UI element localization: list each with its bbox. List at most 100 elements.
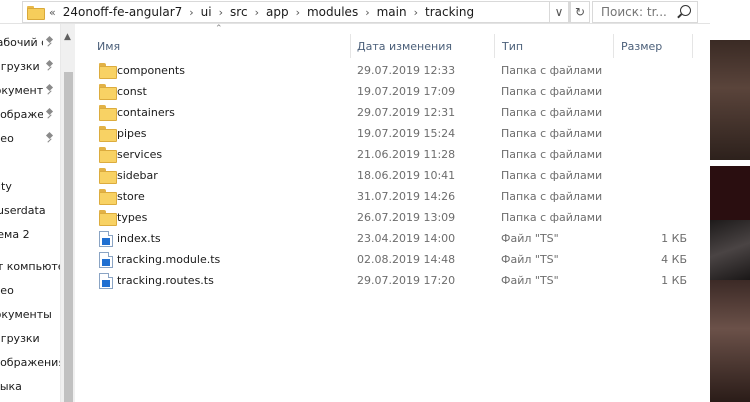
nav-item-label: Документы xyxy=(0,307,52,321)
search-field[interactable] xyxy=(592,1,698,23)
nav-item-userdata[interactable]: userdata xyxy=(0,199,60,221)
file-date-modified: 21.06.2019 11:28 xyxy=(357,148,456,161)
file-date-modified: 19.07.2019 15:24 xyxy=(357,127,456,140)
typescript-file-icon xyxy=(99,252,113,268)
file-date-modified: 29.07.2019 17:20 xyxy=(357,274,456,287)
file-name: services xyxy=(117,148,163,161)
file-row[interactable]: services 21.06.2019 11:28 Папка с файлами xyxy=(95,144,695,165)
breadcrumb-ui[interactable]: ui xyxy=(198,5,215,19)
breadcrumb-app[interactable]: app xyxy=(263,5,292,19)
folder-icon xyxy=(99,105,117,121)
scrollbar-thumb[interactable] xyxy=(64,72,73,402)
breadcrumb-separator-icon[interactable]: › xyxy=(410,6,422,19)
nav-item-videos-pc[interactable]: Видео xyxy=(0,279,60,301)
overflow-chevron-icon[interactable]: « xyxy=(49,6,60,19)
nav-item-documents-pc[interactable]: Документы xyxy=(0,303,60,325)
address-bar-row: « 24onoff-fe-angular7 › ui › src › app ›… xyxy=(0,0,710,24)
nav-item-label: Изображения xyxy=(0,355,60,369)
file-row[interactable]: const 19.07.2019 17:09 Папка с файлами xyxy=(95,81,695,102)
column-divider[interactable] xyxy=(494,34,495,58)
breadcrumb-24onoff-fe-angular7[interactable]: 24onoff-fe-angular7 xyxy=(60,5,186,19)
file-row[interactable]: types 26.07.2019 13:09 Папка с файлами xyxy=(95,207,695,228)
file-date-modified: 18.06.2019 10:41 xyxy=(357,169,456,182)
folder-icon xyxy=(27,6,45,20)
nav-item-pictures[interactable]: Изображения xyxy=(0,103,60,125)
nav-item-downloads[interactable]: Загрузки xyxy=(0,55,60,77)
column-header-type[interactable]: Тип xyxy=(502,36,523,56)
nav-item-label: Видео xyxy=(0,283,14,297)
nav-item-label: userdata xyxy=(0,203,46,217)
breadcrumb-separator-icon[interactable]: › xyxy=(185,6,197,19)
scroll-up-icon[interactable]: ▲ xyxy=(64,32,71,42)
file-type: Папка с файлами xyxy=(501,106,603,119)
folder-icon xyxy=(99,126,117,142)
file-row[interactable]: components 29.07.2019 12:33 Папка с файлам… xyxy=(95,60,695,81)
column-header-date[interactable]: Дата изменения xyxy=(357,36,452,56)
file-type: Файл "TS" xyxy=(501,274,559,287)
breadcrumb-modules[interactable]: modules xyxy=(304,5,361,19)
file-size: 1 КБ xyxy=(661,274,687,287)
folder-icon xyxy=(99,63,117,79)
file-name: sidebar xyxy=(117,169,158,182)
nav-item-videos[interactable]: Видео xyxy=(0,127,60,149)
file-date-modified: 19.07.2019 17:09 xyxy=(357,85,456,98)
nav-item-this-pc[interactable]: Этот компьютер xyxy=(0,255,60,277)
file-type: Файл "TS" xyxy=(501,232,559,245)
file-date-modified: 29.07.2019 12:33 xyxy=(357,64,456,77)
nav-item-label: ity xyxy=(0,179,12,193)
search-icon[interactable] xyxy=(680,5,691,16)
file-name: containers xyxy=(117,106,175,119)
breadcrumb-separator-icon[interactable]: › xyxy=(361,6,373,19)
nav-item-desktop[interactable]: Рабочий стол xyxy=(0,31,60,53)
refresh-icon[interactable]: ↻ xyxy=(570,1,590,23)
nav-item-security[interactable]: ity xyxy=(0,175,60,197)
file-row[interactable]: tracking.routes.ts 29.07.2019 17:20 Файл "… xyxy=(95,270,695,291)
file-row[interactable]: pipes 19.07.2019 15:24 Папка с файлами xyxy=(95,123,695,144)
file-date-modified: 26.07.2019 13:09 xyxy=(357,211,456,224)
file-name: components xyxy=(117,64,185,77)
breadcrumb-tracking[interactable]: tracking xyxy=(422,5,477,19)
breadcrumb-separator-icon[interactable]: › xyxy=(292,6,304,19)
nav-item-downloads-pc[interactable]: Загрузки xyxy=(0,327,60,349)
sort-ascending-icon: ⌃ xyxy=(215,24,223,34)
nav-item-music-pc[interactable]: Музыка xyxy=(0,375,60,397)
file-name: tracking.module.ts xyxy=(117,253,221,266)
column-divider[interactable] xyxy=(692,34,693,58)
nav-item-documents[interactable]: Документы xyxy=(0,79,60,101)
search-input[interactable] xyxy=(601,5,667,19)
file-type: Папка с файлами xyxy=(501,85,603,98)
file-list-pane: ⌃ Имя Дата изменения Тип Размер componen… xyxy=(75,24,710,402)
navigation-pane: Рабочий стол Загрузки Документы Изображе… xyxy=(0,24,60,402)
column-divider[interactable] xyxy=(613,34,614,58)
nav-item-pictures-pc[interactable]: Изображения xyxy=(0,351,60,373)
file-row[interactable]: index.ts 23.04.2019 14:00 Файл "TS" 1 КБ xyxy=(95,228,695,249)
file-row[interactable]: tracking.module.ts 02.08.2019 14:48 Файл "… xyxy=(95,249,695,270)
file-row[interactable]: containers 29.07.2019 12:31 Папка с файлам… xyxy=(95,102,695,123)
folder-icon xyxy=(99,189,117,205)
file-name: index.ts xyxy=(117,232,161,245)
file-date-modified: 31.07.2019 14:26 xyxy=(357,190,456,203)
pin-icon xyxy=(45,61,53,71)
column-divider[interactable] xyxy=(350,34,351,58)
column-header-name[interactable]: Имя xyxy=(97,36,120,56)
breadcrumb-separator-icon[interactable]: › xyxy=(215,6,227,19)
address-bar[interactable]: « 24onoff-fe-angular7 › ui › src › app ›… xyxy=(22,1,570,23)
breadcrumb-separator-icon[interactable]: › xyxy=(251,6,263,19)
folder-icon xyxy=(99,168,117,184)
pin-icon xyxy=(45,85,53,95)
file-type: Папка с файлами xyxy=(501,190,603,203)
nav-item-label: Рабочий стол xyxy=(0,35,43,49)
file-row[interactable]: sidebar 18.06.2019 10:41 Папка с файлами xyxy=(95,165,695,186)
file-name: store xyxy=(117,190,145,203)
file-size: 1 КБ xyxy=(661,232,687,245)
breadcrumb-main[interactable]: main xyxy=(374,5,410,19)
nav-scrollbar[interactable]: ▲ xyxy=(60,24,75,402)
file-row[interactable]: store 31.07.2019 14:26 Папка с файлами xyxy=(95,186,695,207)
file-type: Папка с файлами xyxy=(501,148,603,161)
nav-item-system-2[interactable]: Система 2 xyxy=(0,223,60,245)
breadcrumb-src[interactable]: src xyxy=(227,5,251,19)
file-type: Папка с файлами xyxy=(501,169,603,182)
column-header-size[interactable]: Размер xyxy=(621,36,662,56)
typescript-file-icon xyxy=(99,231,113,247)
history-dropdown-icon[interactable]: ∨ xyxy=(549,1,569,23)
